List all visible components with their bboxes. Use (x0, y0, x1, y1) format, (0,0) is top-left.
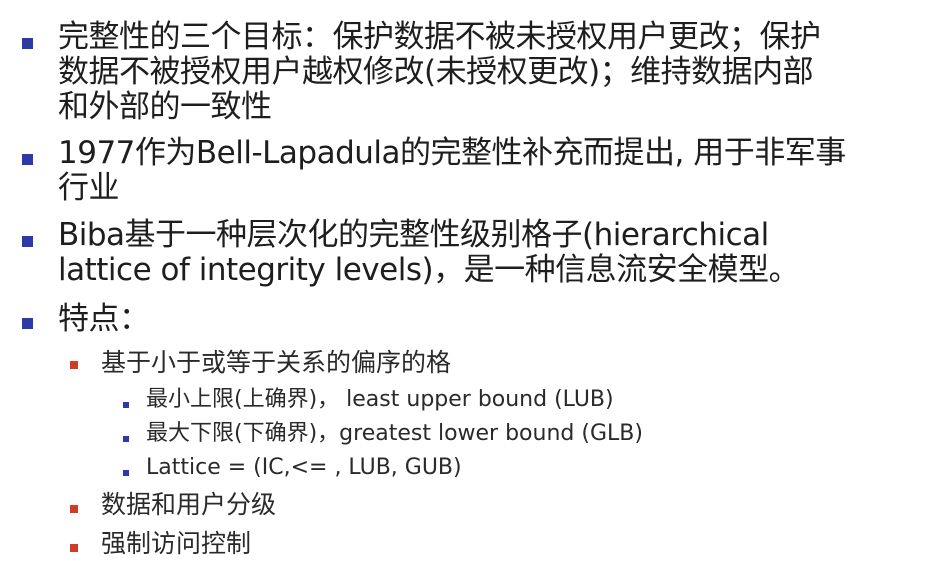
sub-sub-bullet-square-icon (123, 470, 129, 476)
item-line: Lattice = (IC,<= , LUB, GUB) (146, 455, 462, 480)
bullet-item-biba-lattice: Biba基于一种层次化的完整性级别格子(hierarchical lattice… (58, 217, 800, 288)
item-line: lattice of integrity levels)，是一种信息流安全模型。 (58, 252, 800, 288)
sub-sub-bullet-square-icon (123, 402, 129, 408)
item-line: 最小上限(上确界)， least upper bound (LUB) (146, 387, 614, 412)
item-line: 行业 (58, 170, 119, 206)
item-line: 数据不被授权用户越权修改(未授权更改)；维持数据内部 (58, 54, 814, 90)
bullet-item-features: 特点： (58, 302, 150, 337)
item-line: 和外部的一致性 (58, 89, 272, 125)
sub-sub-item-glb: 最大下限(下确界)，greatest lower bound (GLB) (146, 420, 643, 448)
bullet-square-icon (22, 154, 33, 165)
sub-bullet-square-icon (70, 361, 78, 369)
bullet-square-icon (22, 236, 33, 247)
bullet-square-icon (22, 38, 33, 49)
sub-bullet-square-icon (70, 544, 78, 552)
sub-item-partial-order: 基于小于或等于关系的偏序的格 (101, 348, 451, 378)
bullet-square-icon (22, 318, 33, 329)
slide: 完整性的三个目标：保护数据不被未授权用户更改；保护 数据不被授权用户越权修改(未… (0, 0, 952, 574)
item-line: 基于小于或等于关系的偏序的格 (101, 348, 452, 377)
bullet-item-integrity-goals: 完整性的三个目标：保护数据不被未授权用户更改；保护 数据不被授权用户越权修改(未… (58, 20, 821, 125)
sub-sub-item-lub: 最小上限(上确界)， least upper bound (LUB) (146, 386, 614, 414)
item-line: 完整性的三个目标：保护数据不被未授权用户更改；保护 (58, 19, 821, 55)
bullet-item-1977-origin: 1977作为Bell-Lapadula的完整性补充而提出, 用于非军事 行业 (58, 136, 846, 206)
item-line: 数据和用户分级 (101, 490, 277, 519)
item-line: 最大下限(下确界)，greatest lower bound (GLB) (146, 421, 643, 446)
item-line: 强制访问控制 (101, 529, 252, 558)
sub-sub-bullet-square-icon (123, 436, 129, 442)
sub-item-mandatory-access-control: 强制访问控制 (101, 529, 251, 559)
item-line: 1977作为Bell-Lapadula的完整性补充而提出, 用于非军事 (58, 135, 846, 171)
sub-item-classification: 数据和用户分级 (101, 490, 276, 520)
sub-sub-item-lattice-definition: Lattice = (IC,<= , LUB, GUB) (146, 454, 462, 482)
item-line: Biba基于一种层次化的完整性级别格子(hierarchical (58, 217, 769, 253)
sub-bullet-square-icon (70, 505, 78, 513)
item-line: 特点： (58, 301, 150, 337)
